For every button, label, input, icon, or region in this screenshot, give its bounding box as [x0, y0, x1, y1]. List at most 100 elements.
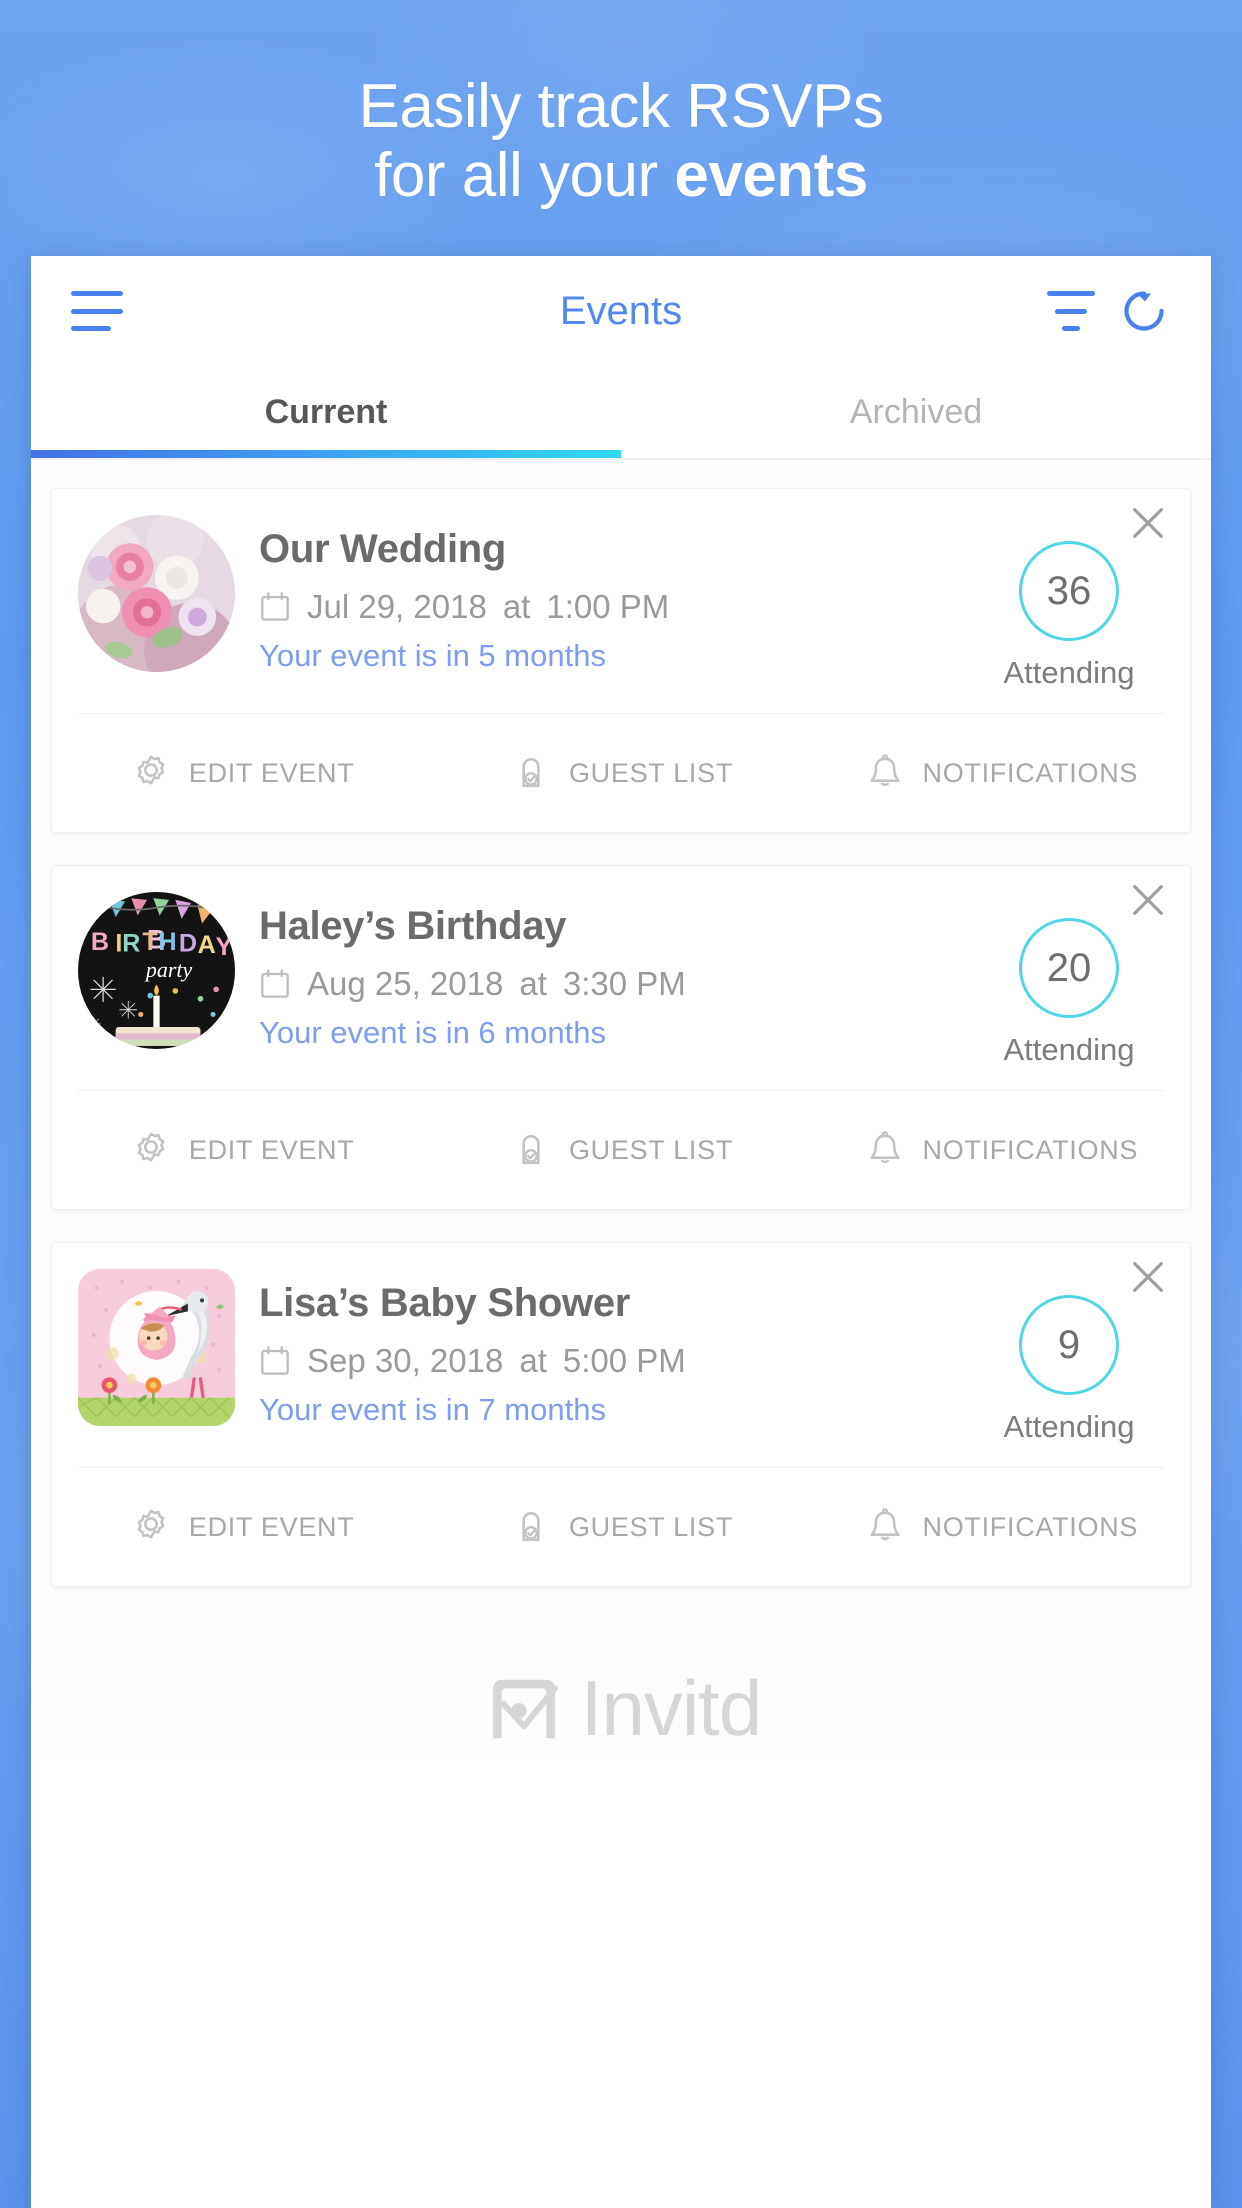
app-screen: Events Current Archived Our Wedding Jul … — [31, 256, 1211, 2208]
event-title: Our Wedding — [259, 527, 507, 571]
guest-list-label: GUEST LIST — [568, 1134, 734, 1165]
guest-check-icon — [522, 1135, 540, 1165]
svg-text:Y: Y — [216, 933, 233, 961]
guest-check-icon — [522, 758, 540, 788]
close-x-icon[interactable] — [1128, 503, 1168, 543]
event-card[interactable]: B B I R T H D A Y party Haley’s Birthday… — [51, 865, 1191, 1210]
event-at-word: at — [519, 1342, 547, 1379]
guest-list-button[interactable]: GUEST LIST — [431, 1091, 810, 1209]
event-card-top: B B I R T H D A Y party Haley’s Birthday… — [52, 866, 1190, 1090]
event-info: Haley’s Birthday Aug 25, 2018 at 3:30 PM… — [259, 892, 974, 1068]
events-list: Our Wedding Jul 29, 2018 at 1:00 PM Your… — [31, 460, 1211, 1754]
bell-icon — [869, 1131, 900, 1164]
hamburger-menu-icon[interactable] — [71, 291, 123, 331]
bell-icon — [869, 1508, 900, 1541]
notifications-button[interactable]: NOTIFICATIONS — [811, 1091, 1190, 1209]
guest-list-label: GUEST LIST — [568, 757, 734, 788]
event-datetime: Aug 25, 2018 at 3:30 PM — [259, 965, 974, 1003]
event-time: 1:00 PM — [546, 588, 670, 625]
event-title: Haley’s Birthday — [259, 904, 567, 948]
promo-headline-line1: Easily track RSVPs — [358, 72, 884, 141]
promo-headline-line2-prefix: for all your — [374, 141, 675, 211]
attending-label: Attending — [1003, 1032, 1135, 1067]
event-date: Aug 25, 2018 — [307, 965, 504, 1002]
invitd-envelope-check-logo — [492, 1679, 558, 1738]
attending-count: 9 — [1019, 1295, 1119, 1395]
event-time: 5:00 PM — [562, 1342, 686, 1379]
bell-icon — [869, 754, 900, 787]
event-countdown: Your event is in 6 months — [259, 1015, 606, 1050]
invitd-brand-footer: Invitd — [51, 1619, 1191, 1754]
svg-text:I: I — [115, 930, 122, 958]
svg-text:H: H — [158, 928, 176, 956]
event-card[interactable]: Lisa’s Baby Shower Sep 30, 2018 at 5:00 … — [51, 1242, 1191, 1587]
svg-text:A: A — [198, 931, 216, 959]
guest-list-label: GUEST LIST — [568, 1511, 734, 1542]
event-at-word: at — [519, 965, 547, 1002]
guest-list-button[interactable]: GUEST LIST — [431, 1468, 810, 1586]
event-countdown: Your event is in 7 months — [259, 1392, 606, 1427]
event-info: Our Wedding Jul 29, 2018 at 1:00 PM Your… — [259, 515, 974, 691]
close-x-icon[interactable] — [1128, 880, 1168, 920]
notifications-button[interactable]: NOTIFICATIONS — [811, 1468, 1190, 1586]
edit-event-label: EDIT EVENT — [188, 1511, 355, 1542]
event-countdown: Your event is in 5 months — [259, 638, 606, 673]
event-card-top: Our Wedding Jul 29, 2018 at 1:00 PM Your… — [52, 489, 1190, 713]
sort-filter-icon[interactable] — [1047, 291, 1095, 331]
event-datetime: Sep 30, 2018 at 5:00 PM — [259, 1342, 974, 1380]
tab-archived[interactable]: Archived — [621, 366, 1211, 458]
edit-event-label: EDIT EVENT — [188, 1134, 355, 1165]
event-thumbnail-baby-shower — [78, 1269, 235, 1426]
gear-icon — [137, 1509, 165, 1539]
svg-text:T: T — [143, 928, 159, 956]
card-actions: EDIT EVENT GUEST LIST NOTIFICATIONS — [52, 1468, 1190, 1586]
event-date: Jul 29, 2018 — [307, 588, 487, 625]
event-date: Sep 30, 2018 — [307, 1342, 504, 1379]
event-tabs: Current Archived — [31, 366, 1211, 458]
attending-count: 36 — [1019, 541, 1119, 641]
guest-check-icon — [522, 1512, 540, 1542]
calendar-icon — [261, 592, 289, 621]
event-thumbnail-birthday: B B I R T H D A Y party — [78, 892, 235, 1049]
attending-label: Attending — [1003, 1409, 1135, 1444]
promo-headline: Easily track RSVPs for all your events — [0, 72, 1242, 211]
notifications-label: NOTIFICATIONS — [922, 1134, 1139, 1165]
page-title: Events — [559, 288, 683, 333]
attending-count: 20 — [1019, 918, 1119, 1018]
edit-event-button[interactable]: EDIT EVENT — [52, 1091, 431, 1209]
tab-active-indicator — [31, 450, 621, 458]
event-title: Lisa’s Baby Shower — [259, 1281, 631, 1325]
event-card[interactable]: Our Wedding Jul 29, 2018 at 1:00 PM Your… — [51, 488, 1191, 833]
event-card-top: Lisa’s Baby Shower Sep 30, 2018 at 5:00 … — [52, 1243, 1190, 1467]
event-datetime: Jul 29, 2018 at 1:00 PM — [259, 588, 974, 626]
notifications-label: NOTIFICATIONS — [922, 757, 1139, 788]
tab-current-label: Current — [264, 392, 388, 431]
tab-archived-label: Archived — [849, 392, 983, 431]
event-at-word: at — [502, 588, 531, 625]
notifications-button[interactable]: NOTIFICATIONS — [811, 714, 1190, 832]
calendar-icon — [261, 969, 289, 998]
toolbar-actions — [1047, 284, 1171, 338]
event-time: 3:30 PM — [562, 965, 686, 1002]
event-thumbnail-wedding — [78, 515, 235, 672]
edit-event-label: EDIT EVENT — [188, 757, 355, 788]
gear-icon — [137, 755, 165, 785]
svg-text:R: R — [122, 930, 140, 958]
svg-text:D: D — [179, 930, 197, 958]
card-actions: EDIT EVENT GUEST LIST NOTIFICATIONS — [52, 714, 1190, 832]
gear-icon — [137, 1132, 165, 1162]
edit-event-button[interactable]: EDIT EVENT — [52, 1468, 431, 1586]
refresh-icon[interactable] — [1117, 284, 1171, 338]
svg-text:B: B — [91, 928, 109, 956]
promo-headline-line2-bold: events — [674, 141, 868, 211]
attending-label: Attending — [1003, 655, 1135, 690]
guest-list-button[interactable]: GUEST LIST — [431, 714, 810, 832]
notifications-label: NOTIFICATIONS — [922, 1511, 1139, 1542]
app-toolbar: Events — [31, 256, 1211, 366]
calendar-icon — [261, 1346, 289, 1375]
event-info: Lisa’s Baby Shower Sep 30, 2018 at 5:00 … — [259, 1269, 974, 1445]
tab-current[interactable]: Current — [31, 366, 621, 458]
close-x-icon[interactable] — [1128, 1257, 1168, 1297]
edit-event-button[interactable]: EDIT EVENT — [52, 714, 431, 832]
promo-headline-line2: for all your events — [0, 141, 1242, 210]
